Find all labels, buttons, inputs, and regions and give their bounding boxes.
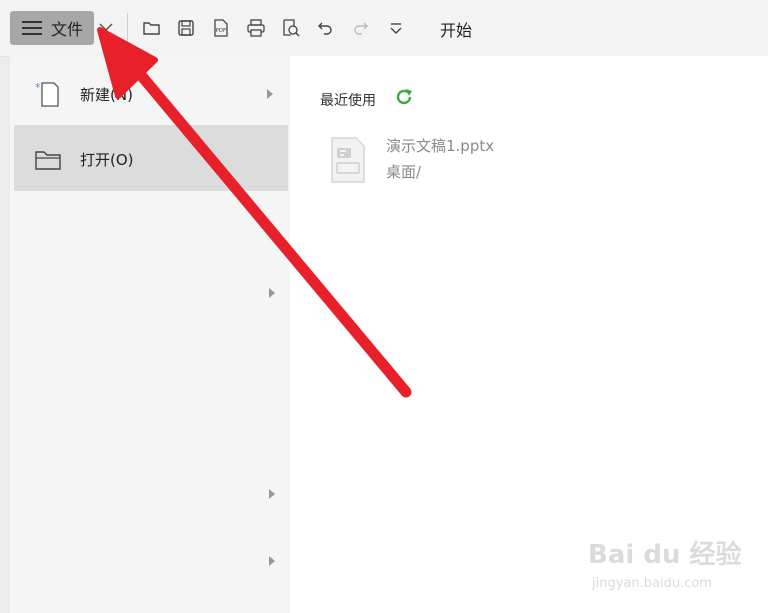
chevron-right-icon[interactable]: [268, 489, 276, 499]
svg-text:PDF: PDF: [216, 28, 227, 34]
redo-icon[interactable]: [350, 18, 370, 38]
menu-item-label: 新建(N): [80, 86, 133, 104]
toolbar-separator: [127, 13, 128, 43]
svg-text:*: *: [35, 81, 41, 94]
recent-panel: 最近使用 演示文稿1.pptx 桌面/: [290, 56, 768, 613]
tab-start[interactable]: 开始: [440, 17, 472, 41]
export-pdf-icon[interactable]: PDF: [211, 18, 231, 38]
recent-file-item[interactable]: 演示文稿1.pptx 桌面/: [328, 132, 588, 184]
watermark-url: jingyan.baidu.com: [592, 576, 712, 591]
menu-item-open[interactable]: 打开(O): [14, 125, 288, 191]
recent-file-path: 桌面/: [386, 163, 422, 181]
file-menu-label: 文件: [51, 20, 84, 39]
menu-item-new[interactable]: * 新建(N): [10, 60, 288, 126]
pptx-file-icon: [331, 137, 365, 183]
recent-title: 最近使用: [320, 93, 376, 109]
recent-file-name: 演示文稿1.pptx: [386, 137, 495, 155]
chevron-right-icon[interactable]: [268, 288, 276, 298]
toolbar: 文件 PDF 开始: [0, 0, 768, 57]
chevron-right-icon[interactable]: [268, 556, 276, 566]
print-icon[interactable]: [246, 18, 266, 38]
chevron-down-icon[interactable]: [98, 20, 114, 34]
open-folder-icon[interactable]: [142, 18, 162, 38]
file-menu-button[interactable]: 文件: [10, 11, 94, 45]
folder-icon: [35, 151, 61, 170]
more-icon[interactable]: [386, 18, 406, 38]
watermark-logo: Bai du 经验: [588, 540, 742, 570]
hamburger-icon: [22, 21, 42, 35]
print-preview-icon[interactable]: [281, 18, 301, 38]
refresh-icon[interactable]: [394, 87, 414, 107]
undo-icon[interactable]: [316, 18, 336, 38]
chevron-right-icon: [266, 89, 274, 99]
watermark: Bai du 经验 jingyan.baidu.com: [588, 534, 758, 604]
save-icon[interactable]: [176, 18, 196, 38]
menu-item-label: 打开(O): [80, 151, 134, 169]
file-menu-panel: * 新建(N) 打开(O): [10, 56, 290, 613]
new-doc-icon: *: [35, 81, 59, 107]
